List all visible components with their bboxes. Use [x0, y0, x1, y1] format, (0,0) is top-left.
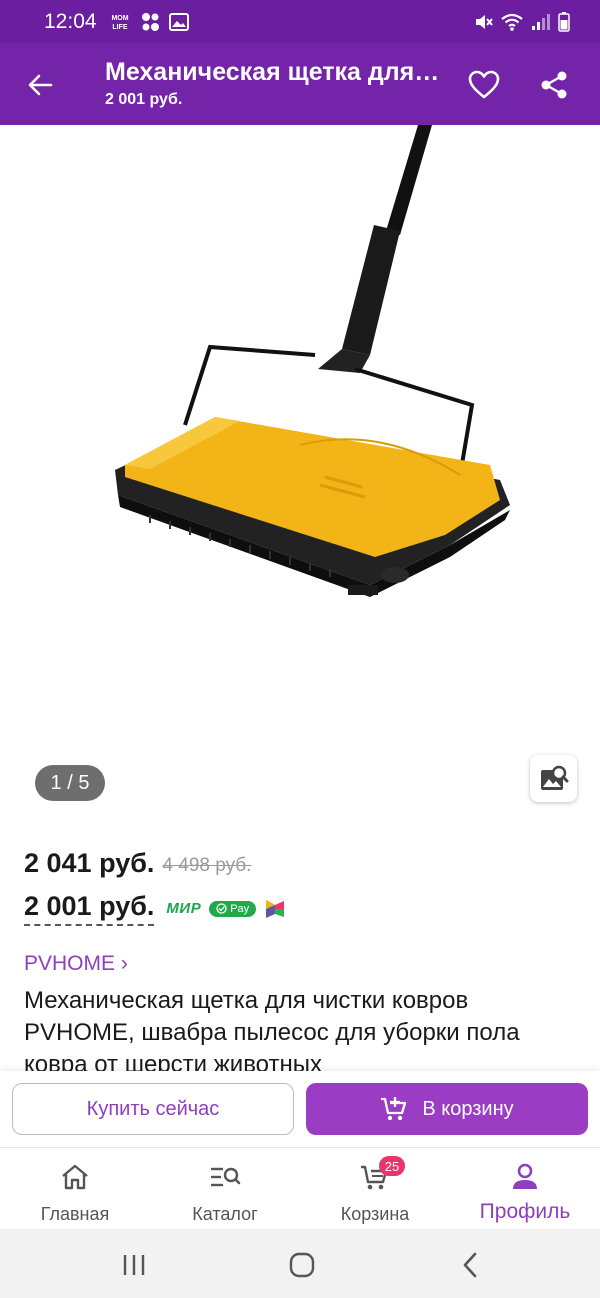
status-time: 12:04	[44, 9, 97, 33]
nav-item-catalog[interactable]: Каталог	[150, 1148, 300, 1229]
nav-label-profile: Профиль	[479, 1200, 571, 1223]
cart-badge: 25	[379, 1156, 405, 1176]
svg-text:MOM: MOM	[111, 15, 128, 22]
nav-item-profile[interactable]: Профиль	[450, 1148, 600, 1229]
catalog-search-icon	[211, 1167, 241, 1187]
image-search-icon	[540, 765, 568, 790]
share-icon	[541, 71, 567, 99]
page-title: Механическая щетка для чистки ковров	[105, 58, 445, 86]
sbp-logo-icon	[266, 899, 285, 918]
product-description: Механическая щетка для чистки ковров PVH…	[24, 987, 520, 1071]
mir-logo: МИР	[166, 900, 202, 917]
add-to-cart-label: В корзину	[422, 1097, 514, 1120]
gallery-counter: 1 / 5	[35, 765, 105, 801]
recent-apps-icon	[123, 1255, 145, 1275]
carpet-sweeper-image	[115, 125, 510, 597]
home-icon	[62, 1164, 88, 1190]
nav-label-cart: Корзина	[340, 1204, 410, 1224]
back-button[interactable]	[18, 63, 62, 107]
back-arrow-icon	[28, 74, 53, 96]
nav-item-cart[interactable]: 25 Корзина	[300, 1148, 450, 1229]
action-bar: Купить сейчас В корзину	[0, 1071, 600, 1147]
buy-now-button[interactable]: Купить сейчас	[12, 1083, 294, 1135]
pay-label: Pay	[230, 902, 250, 915]
add-cart-icon	[381, 1097, 407, 1121]
sber-pay-badge: Pay	[209, 900, 257, 917]
nav-item-home[interactable]: Главная	[0, 1148, 150, 1229]
status-left-icons: MOM LIFE	[109, 12, 189, 32]
favorite-button[interactable]	[462, 63, 506, 107]
app-bar: Механическая щетка для чистки ковров 2 0…	[0, 43, 600, 125]
price-current: 2 041 руб.	[24, 848, 155, 878]
brand-link[interactable]: PVHOME ›	[24, 952, 128, 976]
payment-icons: МИР Pay	[166, 898, 286, 920]
price-row-card[interactable]: 2 001 руб. МИР Pay	[24, 891, 286, 926]
price-card[interactable]: 2 001 руб.	[24, 891, 155, 926]
share-button[interactable]	[532, 63, 576, 107]
nav-label-home: Главная	[40, 1204, 110, 1224]
page-subtitle-price: 2 001 руб.	[105, 91, 183, 108]
price-old: 4 498 руб.	[162, 855, 252, 876]
back-system-button[interactable]	[450, 1245, 490, 1285]
status-right-icons	[473, 11, 570, 32]
title-block: Механическая щетка для чистки ковров 2 0…	[105, 55, 445, 109]
signal-icon	[532, 13, 550, 30]
status-bar: 12:04 MOM LIFE	[0, 0, 600, 43]
price-row-main: 2 041 руб. 4 498 руб.	[24, 848, 251, 879]
mute-icon	[476, 14, 493, 29]
image-search-button[interactable]	[530, 755, 577, 802]
add-to-cart-button[interactable]: В корзину	[306, 1083, 588, 1135]
nav-label-catalog: Каталог	[192, 1204, 258, 1224]
gallery-icon	[168, 12, 189, 31]
product-image[interactable]	[0, 125, 600, 820]
wifi-icon	[501, 13, 523, 31]
dots-icon	[141, 12, 159, 31]
mom-life-icon: MOM LIFE	[111, 15, 128, 31]
check-circle-icon	[216, 903, 227, 914]
heart-icon	[468, 70, 500, 99]
profile-icon	[513, 1163, 537, 1189]
svg-text:LIFE: LIFE	[112, 24, 127, 31]
system-nav-bar	[0, 1229, 600, 1298]
home-circle-icon	[289, 1252, 315, 1278]
chevron-left-icon	[463, 1252, 477, 1278]
recent-apps-button[interactable]	[114, 1245, 154, 1285]
home-system-button[interactable]	[282, 1245, 322, 1285]
bottom-nav: Главная Каталог 25 Корзина Профиль	[0, 1147, 600, 1229]
battery-icon	[558, 11, 570, 32]
